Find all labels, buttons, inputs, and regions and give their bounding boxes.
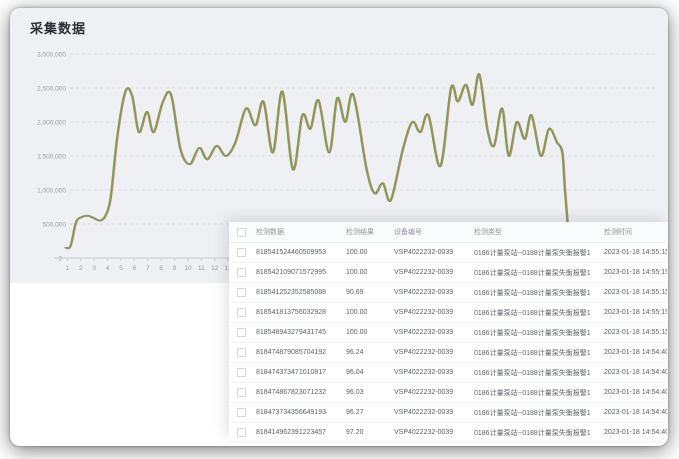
cell-detect-time: 2023-01-18 14:55:15 <box>601 243 667 263</box>
table-row[interactable]: 818541813756032928 100.00 VSP4022232-003… <box>229 303 667 323</box>
y-axis-tick-label: 1,500,000 <box>37 154 66 161</box>
x-axis-tick-label: 10 <box>184 265 192 272</box>
column-header: 检测数据 <box>253 222 343 243</box>
cell-detect-result: 100.00 <box>343 303 391 323</box>
row-checkbox[interactable] <box>237 408 246 417</box>
cell-device-number: VSP4022232-0039 <box>391 283 471 303</box>
x-axis-tick-label: 2 <box>79 265 83 272</box>
cell-device-number: VSP4022232-0039 <box>391 343 471 363</box>
row-checkbox[interactable] <box>237 328 246 337</box>
x-axis-tick-label: 8 <box>159 265 163 272</box>
table-row[interactable]: 818474867823071232 96.03 VSP4022232-0039… <box>229 383 667 403</box>
column-header: 设备编号 <box>391 222 471 243</box>
cell-detect-time: 2023-01-18 14:55:15 <box>601 283 667 303</box>
table-row[interactable]: 818542109071572995 100.00 VSP4022232-003… <box>229 263 667 283</box>
table-row[interactable]: 818414962391223457 97.20 VSP4022232-0039… <box>229 423 667 443</box>
x-axis-tick-label: 6 <box>133 265 137 272</box>
cell-detect-type: 0186计量泵站--0188计量泵失衡报警1 <box>471 383 601 403</box>
row-checkbox[interactable] <box>237 428 246 437</box>
table-header-row: 检测数据检测结果设备编号检测类型检测时间 <box>229 222 667 243</box>
y-axis-tick-label: 2,500,000 <box>37 86 66 93</box>
cell-detect-time: 2023-01-18 14:54:40 <box>601 363 667 383</box>
results-table-panel: 检测数据检测结果设备编号检测类型检测时间 818541524460509953 … <box>229 222 668 440</box>
cell-detect-data-id: 818473734356649193 <box>253 403 343 423</box>
cell-device-number: VSP4022232-0039 <box>391 243 471 263</box>
cell-detect-data-id: 818542109071572995 <box>253 263 343 283</box>
cell-device-number: VSP4022232-0039 <box>391 423 471 443</box>
x-axis-tick-label: 9 <box>173 265 177 272</box>
table-row[interactable]: 818541524460509953 100.00 VSP4022232-003… <box>229 243 667 263</box>
cell-detect-result: 96.03 <box>343 383 391 403</box>
cell-detect-type: 0186计量泵站--0188计量泵失衡报警1 <box>471 243 601 263</box>
cell-detect-data-id: 818474867823071232 <box>253 383 343 403</box>
column-header: 检测时间 <box>601 222 667 243</box>
cell-detect-data-id: 818541252352585088 <box>253 283 343 303</box>
y-axis-tick-label: 3,000,000 <box>37 52 66 59</box>
y-axis-tick-label: 1,000,000 <box>37 188 66 195</box>
x-axis-tick-label: 7 <box>146 265 150 272</box>
row-checkbox[interactable] <box>237 348 246 357</box>
table-row[interactable]: 818473734356649193 96.27 VSP4022232-0039… <box>229 403 667 423</box>
cell-detect-result: 96.27 <box>343 403 391 423</box>
x-axis-tick-label: 5 <box>119 265 123 272</box>
x-axis-tick-label: 4 <box>106 265 110 272</box>
row-checkbox[interactable] <box>237 308 246 317</box>
table-row[interactable]: 818548943279431745 100.00 VSP4022232-003… <box>229 323 667 343</box>
cell-detect-type: 0186计量泵站--0188计量泵失衡报警1 <box>471 283 601 303</box>
cell-detect-data-id: 818541813756032928 <box>253 303 343 323</box>
cell-detect-time: 2023-01-18 14:55:15 <box>601 323 667 343</box>
cell-detect-type: 0186计量泵站--0188计量泵失衡报警1 <box>471 263 601 283</box>
row-checkbox[interactable] <box>237 288 246 297</box>
cell-detect-type: 0186计量泵站--0188计量泵失衡报警1 <box>471 403 601 423</box>
column-header: 检测类型 <box>471 222 601 243</box>
y-axis-tick-label: 2,000,000 <box>37 120 66 127</box>
table-row[interactable]: 818474373471010817 96.04 VSP4022232-0039… <box>229 363 667 383</box>
x-axis-tick-label: 11 <box>198 265 205 272</box>
row-checkbox[interactable] <box>237 268 246 277</box>
cell-detect-result: 100.00 <box>343 323 391 343</box>
cell-device-number: VSP4022232-0039 <box>391 263 471 283</box>
row-checkbox[interactable] <box>237 248 246 257</box>
cell-detect-data-id: 818414962391223457 <box>253 423 343 443</box>
cell-device-number: VSP4022232-0039 <box>391 403 471 423</box>
x-axis-tick-label: 12 <box>211 265 219 272</box>
cell-detect-time: 2023-01-18 14:55:15 <box>601 263 667 283</box>
cell-detect-result: 96.04 <box>343 363 391 383</box>
cell-detect-result: 100.00 <box>343 263 391 283</box>
select-all-checkbox[interactable] <box>237 228 246 237</box>
cell-detect-data-id: 818541524460509953 <box>253 243 343 263</box>
x-axis-tick-label: 3 <box>92 265 96 272</box>
cell-device-number: VSP4022232-0039 <box>391 323 471 343</box>
cell-detect-result: 97.20 <box>343 423 391 443</box>
cell-detect-data-id: 818548943279431745 <box>253 323 343 343</box>
cell-detect-data-id: 818474879085704192 <box>253 343 343 363</box>
cell-detect-type: 0186计量泵站--0188计量泵失衡报警1 <box>471 303 601 323</box>
cell-detect-type: 0186计量泵站--0188计量泵失衡报警1 <box>471 423 601 443</box>
table-row[interactable]: 818474879085704192 96.24 VSP4022232-0039… <box>229 343 667 363</box>
cell-detect-time: 2023-01-18 14:54:40 <box>601 423 667 443</box>
cell-detect-time: 2023-01-18 14:54:40 <box>601 383 667 403</box>
results-table: 检测数据检测结果设备编号检测类型检测时间 818541524460509953 … <box>229 222 667 443</box>
cell-device-number: VSP4022232-0039 <box>391 363 471 383</box>
cell-detect-data-id: 818474373471010817 <box>253 363 343 383</box>
cell-detect-type: 0186计量泵站--0188计量泵失衡报警1 <box>471 343 601 363</box>
row-checkbox[interactable] <box>237 368 246 377</box>
cell-detect-result: 100.00 <box>343 243 391 263</box>
row-checkbox[interactable] <box>237 388 246 397</box>
cell-detect-time: 2023-01-18 14:54:40 <box>601 403 667 423</box>
cell-detect-time: 2023-01-18 14:54:40 <box>601 343 667 363</box>
cell-detect-time: 2023-01-18 14:55:15 <box>601 303 667 323</box>
cell-device-number: VSP4022232-0039 <box>391 303 471 323</box>
cell-device-number: VSP4022232-0039 <box>391 383 471 403</box>
cell-detect-type: 0186计量泵站--0188计量泵失衡报警1 <box>471 323 601 343</box>
dashboard-card: 采集数据 0500,0001,000,0001,500,0002,000,000… <box>10 8 668 446</box>
x-axis-tick-label: 1 <box>66 265 70 272</box>
cell-detect-result: 90.69 <box>343 283 391 303</box>
cell-detect-type: 0186计量泵站--0188计量泵失衡报警1 <box>471 363 601 383</box>
column-header: 检测结果 <box>343 222 391 243</box>
y-axis-tick-label: 0 <box>58 256 62 263</box>
table-row[interactable]: 818541252352585088 90.69 VSP4022232-0039… <box>229 283 667 303</box>
cell-detect-result: 96.24 <box>343 343 391 363</box>
y-axis-tick-label: 500,000 <box>43 222 67 229</box>
